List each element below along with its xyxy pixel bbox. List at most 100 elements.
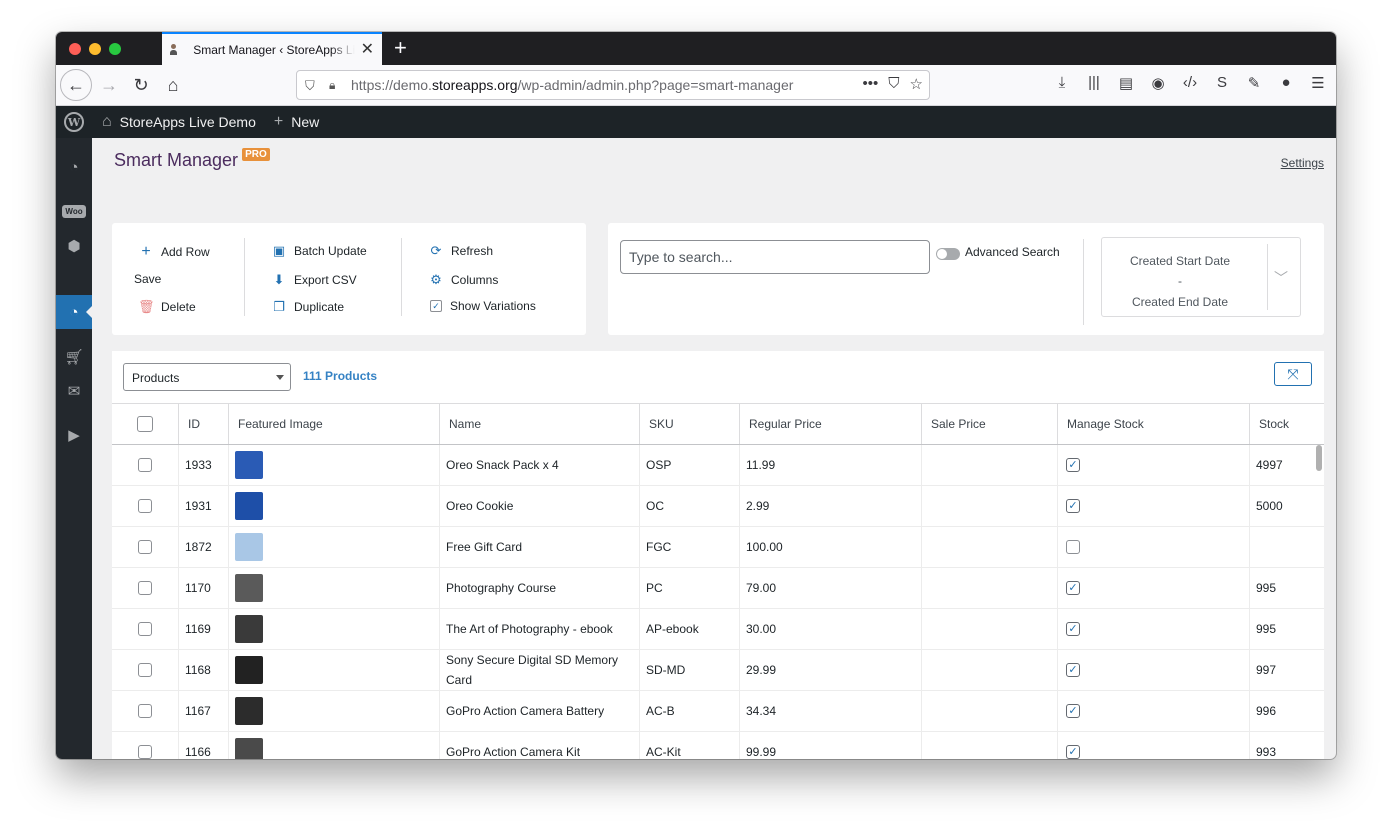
column-header-id[interactable]: ID <box>178 404 228 444</box>
cell-name[interactable]: Oreo Cookie <box>439 486 639 526</box>
cell-name[interactable]: Sony Secure Digital SD Memory Card <box>439 650 639 690</box>
vertical-scrollbar[interactable] <box>1316 445 1322 471</box>
home-button[interactable]: ⌂ <box>158 70 188 100</box>
row-checkbox[interactable] <box>138 540 152 554</box>
product-thumbnail[interactable] <box>235 492 263 520</box>
pocket-icon[interactable]: ⛉ <box>888 75 899 93</box>
cart-icon[interactable]: 🛒︎ <box>56 340 92 374</box>
cell-sku[interactable]: PC <box>639 568 739 608</box>
play-icon[interactable]: ▶ <box>56 418 92 452</box>
reload-button[interactable]: ↻ <box>126 70 156 100</box>
row-checkbox[interactable] <box>138 622 152 636</box>
cell-id[interactable]: 1872 <box>178 527 228 567</box>
wordpress-logo-icon[interactable]: W <box>64 112 84 132</box>
cell-featured-image[interactable] <box>228 732 439 759</box>
settings-link[interactable]: Settings <box>1281 156 1324 170</box>
more-icon[interactable]: ••• <box>863 75 879 93</box>
woocommerce-icon[interactable]: Woo <box>56 194 92 228</box>
minimize-window-button[interactable] <box>89 43 101 55</box>
cell-id[interactable]: 1933 <box>178 445 228 485</box>
export-csv-button[interactable]: ⬇ Export CSV <box>271 272 357 288</box>
column-header-sale-price[interactable]: Sale Price <box>921 404 1057 444</box>
back-button[interactable]: ← <box>60 69 92 101</box>
cell-featured-image[interactable] <box>228 650 439 690</box>
batch-update-button[interactable]: ▣ Batch Update <box>271 243 367 259</box>
add-row-button[interactable]: + Add Row <box>138 243 209 261</box>
checkmark-icon[interactable]: ✓ <box>430 300 442 312</box>
table-row[interactable]: 1168 Sony Secure Digital SD Memory Card SD… <box>112 650 1324 691</box>
table-row[interactable]: 1170 Photography Course PC 79.00 995 ✓ <box>112 568 1324 609</box>
entity-dropdown[interactable]: Products <box>123 363 291 391</box>
downloads-icon[interactable]: ⤓ <box>1052 74 1072 92</box>
date-range-picker[interactable]: Created Start Date - Created End Date ﹀ <box>1101 237 1301 317</box>
cell-regular-price[interactable]: 2.99 <box>739 486 921 526</box>
menu-icon[interactable]: ☰ <box>1308 74 1328 92</box>
cell-stock[interactable]: 996 <box>1249 691 1324 731</box>
site-name-link[interactable]: ⌂ StoreApps Live Demo <box>102 113 256 131</box>
cell-sale-price[interactable] <box>921 732 1057 759</box>
product-thumbnail[interactable] <box>235 574 263 602</box>
zoom-window-button[interactable] <box>109 43 121 55</box>
cell-name[interactable]: Oreo Snack Pack x 4 <box>439 445 639 485</box>
manage-stock-checkbox[interactable]: ✓ <box>1066 663 1080 677</box>
product-thumbnail[interactable] <box>235 656 263 684</box>
product-thumbnail[interactable] <box>235 738 263 759</box>
cell-sale-price[interactable] <box>921 568 1057 608</box>
cell-sku[interactable]: AC-B <box>639 691 739 731</box>
cell-featured-image[interactable] <box>228 609 439 649</box>
cell-id[interactable]: 1170 <box>178 568 228 608</box>
product-thumbnail[interactable] <box>235 451 263 479</box>
cell-stock[interactable]: 993 <box>1249 732 1324 759</box>
url-bar[interactable]: ⛉ 🔒︎ https://demo.storeapps.org/wp-admin… <box>296 70 930 100</box>
column-header-stock[interactable]: Stock <box>1249 404 1324 444</box>
table-row[interactable]: 1931 Oreo Cookie OC 2.99 5000 ✓ <box>112 486 1324 527</box>
cell-sku[interactable]: OC <box>639 486 739 526</box>
cell-sale-price[interactable] <box>921 650 1057 690</box>
cell-featured-image[interactable] <box>228 691 439 731</box>
cell-sku[interactable]: FGC <box>639 527 739 567</box>
cell-id[interactable]: 1168 <box>178 650 228 690</box>
cell-name[interactable]: GoPro Action Camera Battery <box>439 691 639 731</box>
refresh-button[interactable]: ⟳ Refresh <box>428 243 493 259</box>
chevron-down-icon[interactable]: ﹀ <box>1274 268 1288 288</box>
cell-id[interactable]: 1167 <box>178 691 228 731</box>
show-variations-checkbox[interactable]: ✓ Show Variations <box>430 299 536 313</box>
cell-regular-price[interactable]: 100.00 <box>739 527 921 567</box>
delete-button[interactable]: 🗑︎ Delete <box>138 299 196 315</box>
save-button[interactable]: Save <box>134 272 161 286</box>
row-checkbox[interactable] <box>138 704 152 718</box>
advanced-search-toggle[interactable] <box>936 248 960 260</box>
close-icon[interactable]: ✕ <box>361 41 374 58</box>
manage-stock-checkbox[interactable]: ✓ <box>1066 622 1080 636</box>
search-input[interactable] <box>620 240 930 274</box>
row-checkbox[interactable] <box>138 745 152 759</box>
cell-regular-price[interactable]: 29.99 <box>739 650 921 690</box>
cell-stock[interactable]: 997 <box>1249 650 1324 690</box>
cell-featured-image[interactable] <box>228 486 439 526</box>
new-tab-button[interactable]: + <box>394 37 407 59</box>
manage-stock-checkbox[interactable]: ✓ <box>1066 581 1080 595</box>
cell-featured-image[interactable] <box>228 527 439 567</box>
extension-icon[interactable]: S <box>1212 74 1232 92</box>
row-checkbox[interactable] <box>138 663 152 677</box>
select-all-checkbox[interactable] <box>137 416 153 432</box>
shield-icon[interactable]: ⛉ <box>305 78 319 93</box>
column-header-name[interactable]: Name <box>439 404 639 444</box>
cell-id[interactable]: 1931 <box>178 486 228 526</box>
products-box-icon[interactable]: ⬢ <box>56 229 92 263</box>
cell-sale-price[interactable] <box>921 527 1057 567</box>
close-window-button[interactable] <box>69 43 81 55</box>
lock-icon[interactable]: 🔒︎ <box>329 78 341 92</box>
manage-stock-checkbox[interactable]: ✓ <box>1066 499 1080 513</box>
cell-id[interactable]: 1169 <box>178 609 228 649</box>
manage-stock-checkbox[interactable]: ✓ <box>1066 704 1080 718</box>
email-icon[interactable]: ✉ <box>56 374 92 408</box>
cell-sku[interactable]: OSP <box>639 445 739 485</box>
cell-regular-price[interactable]: 99.99 <box>739 732 921 759</box>
dashboard-icon[interactable]: ◔ <box>56 150 92 184</box>
product-thumbnail[interactable] <box>235 615 263 643</box>
account-icon[interactable]: ◉ <box>1148 74 1168 92</box>
column-header-featured-image[interactable]: Featured Image <box>228 404 439 444</box>
cell-regular-price[interactable]: 11.99 <box>739 445 921 485</box>
cell-sku[interactable]: AC-Kit <box>639 732 739 759</box>
